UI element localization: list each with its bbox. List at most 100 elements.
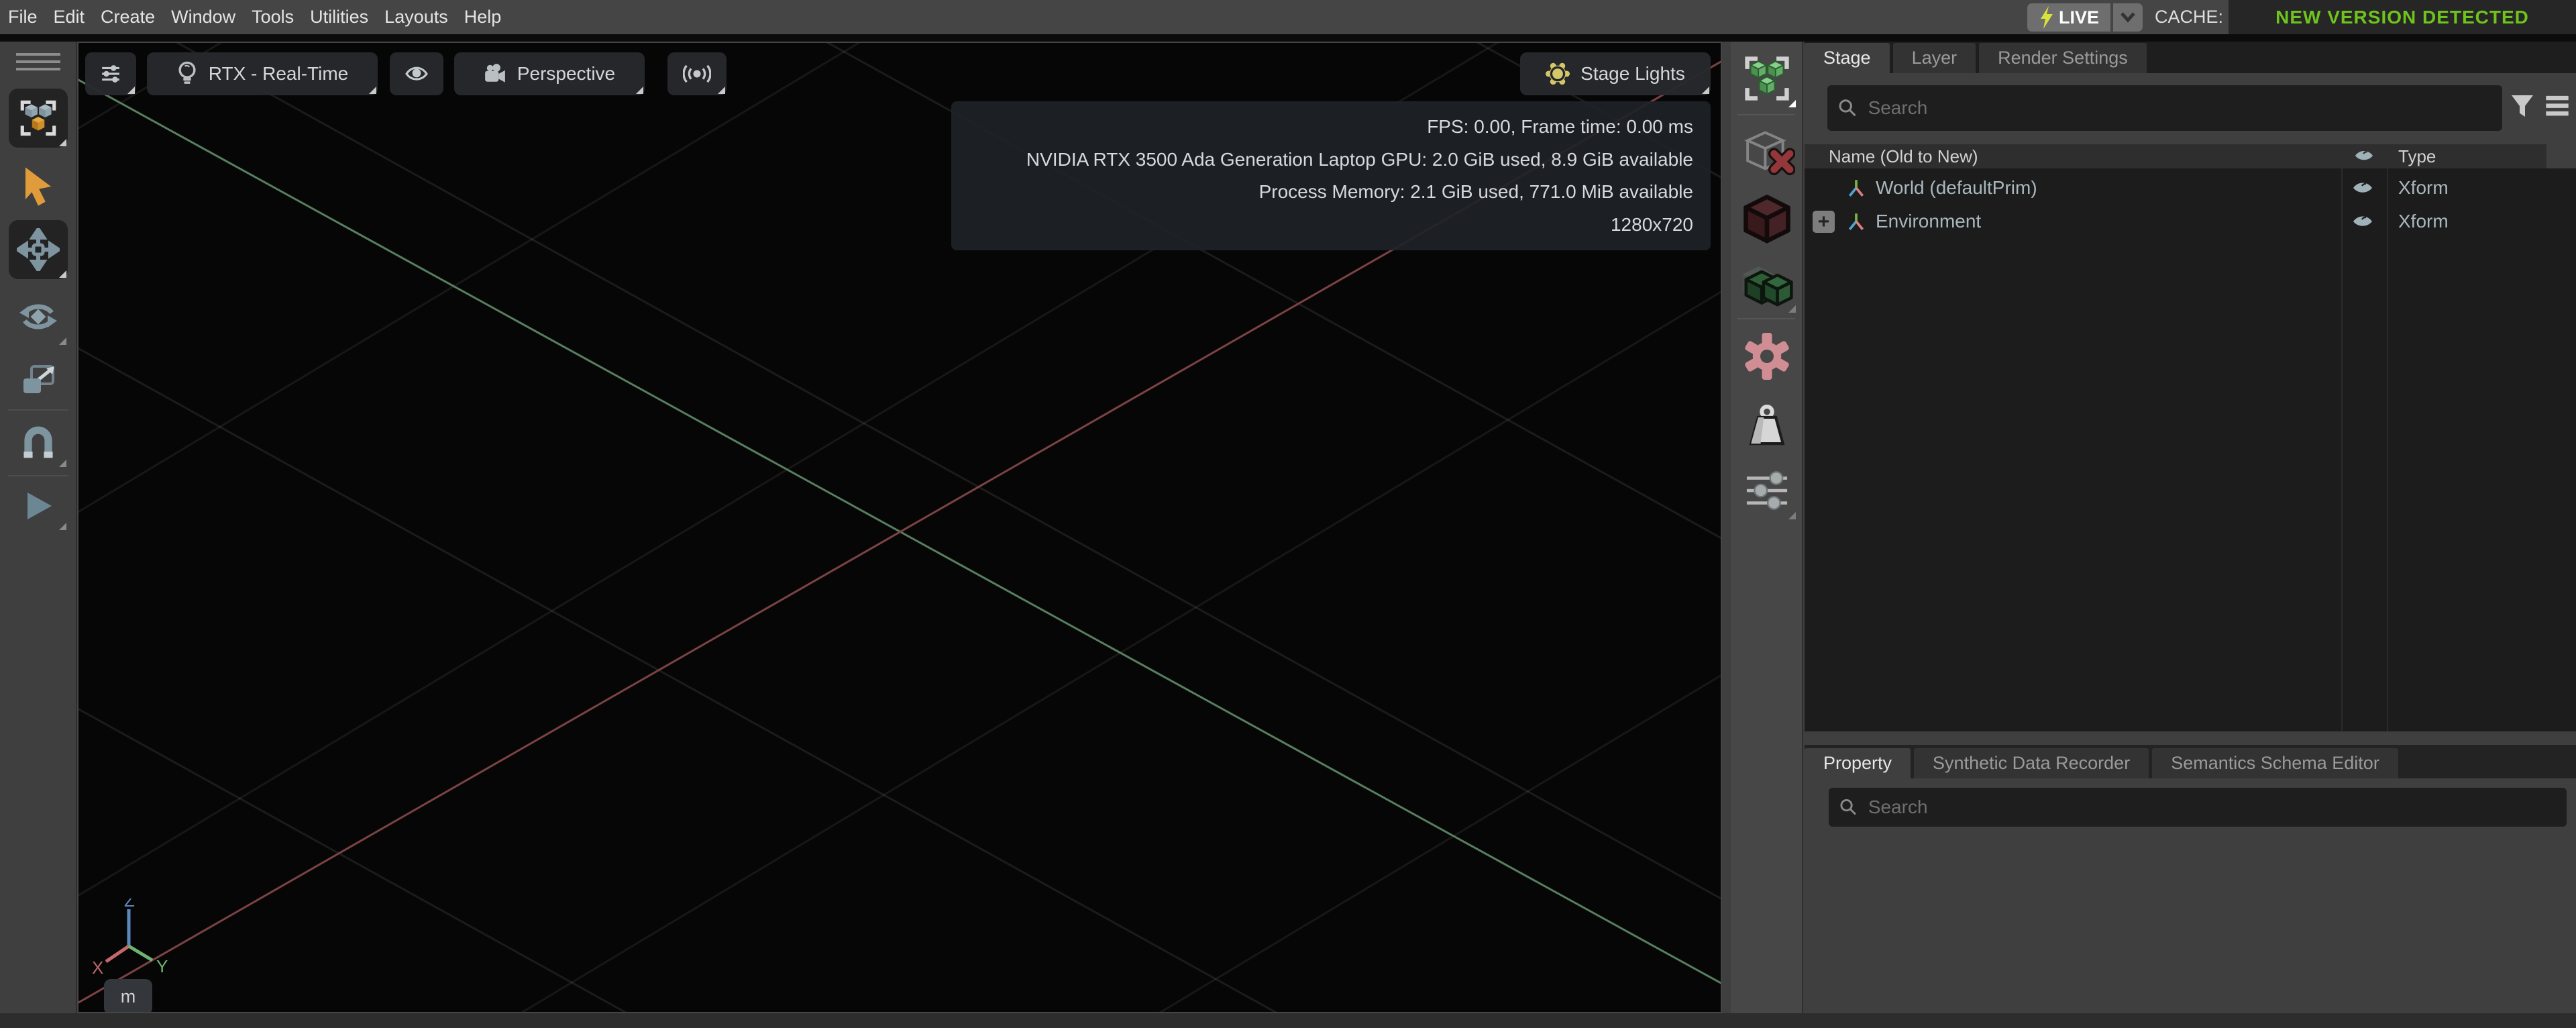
- cube-delete-icon: [1744, 131, 1795, 176]
- snap-tool-button[interactable]: [9, 415, 68, 468]
- property-empty-content: [1805, 832, 2576, 993]
- play-icon: [28, 493, 52, 519]
- renderer-label: RTX - Real-Time: [208, 63, 349, 84]
- prim-name[interactable]: World (defaultPrim): [1876, 177, 2576, 199]
- remove-collider-button[interactable]: [1737, 123, 1797, 184]
- stage-search-input[interactable]: [1866, 97, 2491, 119]
- column-visibility-icon[interactable]: [2353, 146, 2375, 165]
- units-button[interactable]: m: [104, 979, 152, 1012]
- visibility-toggle[interactable]: [2351, 178, 2374, 198]
- tree-row-environment[interactable]: + Environment Xform: [1805, 205, 2576, 238]
- eye-icon: [2355, 151, 2373, 160]
- resolution-stat: 1280x720: [1610, 213, 1693, 235]
- selection-mode-button[interactable]: [9, 89, 68, 148]
- new-version-label: NEW VERSION DETECTED: [2275, 6, 2529, 28]
- camera-icon: [484, 64, 505, 83]
- mesh-collider-button[interactable]: [1737, 254, 1797, 314]
- search-icon: [1839, 99, 1856, 117]
- tab-layer[interactable]: Layer: [1892, 43, 1976, 73]
- stage-tree: World (defaultPrim) Xform + Environment …: [1805, 168, 2576, 731]
- scale-icon: [23, 365, 54, 393]
- gpu-stat: NVIDIA RTX 3500 Ada Generation Laptop GP…: [1026, 148, 1693, 170]
- stage-light-icon: [1546, 62, 1570, 85]
- stage-lights-button[interactable]: Stage Lights: [1520, 52, 1711, 95]
- column-name-header[interactable]: Name (Old to New): [1829, 146, 2546, 167]
- move-tool-button[interactable]: [9, 220, 68, 279]
- scale-tool-button[interactable]: [9, 350, 68, 409]
- toolbar-separator: [1737, 114, 1795, 115]
- stage-search-field[interactable]: [1827, 85, 2502, 131]
- prim-type: Xform: [2398, 177, 2449, 198]
- prim-name[interactable]: Environment: [1876, 211, 2576, 232]
- solid-cube-icon: [1743, 195, 1790, 244]
- column-type-header[interactable]: Type: [2398, 146, 2436, 167]
- eye-icon: [405, 66, 428, 81]
- menu-file[interactable]: File: [0, 0, 46, 34]
- physics-sliders-button[interactable]: [1737, 460, 1797, 521]
- menu-edit[interactable]: Edit: [46, 0, 93, 34]
- eye-icon: [2353, 216, 2372, 226]
- tab-render-settings[interactable]: Render Settings: [1979, 43, 2147, 73]
- property-search-input[interactable]: [1866, 796, 2556, 819]
- stage-panel: Stage Layer Render Settings Search Name …: [1805, 42, 2576, 731]
- move-arrows-icon: [17, 228, 60, 271]
- viewport-left-toolbar: [0, 42, 77, 1013]
- camera-label: Perspective: [517, 63, 616, 84]
- options-menu-icon: [2546, 95, 2569, 116]
- stage-lights-label: Stage Lights: [1580, 63, 1685, 84]
- lightning-bolt-icon: [2040, 6, 2053, 29]
- viewport-toolbar: RTX - Real-Time Perspective Stage Lights: [85, 52, 1711, 95]
- stage-options-button[interactable]: [2544, 93, 2571, 117]
- column-divider: [2341, 168, 2343, 731]
- live-sync-button[interactable]: LIVE: [2027, 3, 2110, 32]
- renderer-button[interactable]: RTX - Real-Time: [147, 52, 378, 95]
- filter-button[interactable]: [2509, 92, 2536, 120]
- stage-search-row: [1805, 73, 2576, 144]
- cursor-arrow-icon: [25, 167, 52, 206]
- tree-row-world[interactable]: World (defaultPrim) Xform: [1805, 171, 2576, 205]
- window-bottom-strip: [0, 1013, 2576, 1028]
- viewport-3d[interactable]: RTX - Real-Time Perspective Stage Lights…: [77, 42, 1722, 1013]
- toolbar-drag-handle[interactable]: [16, 48, 60, 75]
- tab-semantics-schema-editor[interactable]: Semantics Schema Editor: [2152, 748, 2398, 778]
- xform-axis-icon: [1846, 211, 1866, 232]
- weight-icon: [1749, 404, 1785, 446]
- play-button[interactable]: [9, 480, 68, 531]
- live-dropdown-button[interactable]: [2113, 3, 2143, 32]
- physics-toolbar: [1731, 42, 1803, 1013]
- cache-label: CACHE:: [2155, 7, 2224, 27]
- property-search-field[interactable]: [1829, 788, 2567, 827]
- menu-tools[interactable]: Tools: [244, 0, 302, 34]
- stage-tree-header: Name (Old to New) Type: [1805, 144, 2546, 168]
- solid-collider-button[interactable]: [1737, 188, 1797, 248]
- visibility-button[interactable]: [390, 52, 443, 95]
- expand-toggle[interactable]: +: [1813, 211, 1835, 233]
- menu-window[interactable]: Window: [163, 0, 244, 34]
- viewport-stats-overlay: FPS: 0.00, Frame time: 0.00 ms NVIDIA RT…: [951, 101, 1711, 250]
- tab-synthetic-data-recorder[interactable]: Synthetic Data Recorder: [1914, 748, 2149, 778]
- mass-tool-button[interactable]: [1737, 396, 1797, 456]
- magnet-icon: [23, 426, 53, 458]
- menu-create[interactable]: Create: [93, 0, 163, 34]
- omniverse-window: File Edit Create Window Tools Utilities …: [0, 0, 2576, 1028]
- gear-icon: [1745, 333, 1789, 380]
- stage-tabbar: Stage Layer Render Settings: [1805, 42, 2576, 73]
- menu-utilities[interactable]: Utilities: [302, 0, 376, 34]
- green-cubes-icon: [1742, 266, 1793, 307]
- lightbulb-icon: [178, 61, 196, 84]
- physics-settings-button[interactable]: [1737, 326, 1797, 387]
- menu-layouts[interactable]: Layouts: [376, 0, 456, 34]
- viewport-settings-button[interactable]: [85, 52, 136, 95]
- xform-axis-icon: [1846, 178, 1866, 198]
- visibility-toggle[interactable]: [2351, 211, 2374, 232]
- tab-property[interactable]: Property: [1805, 748, 1911, 778]
- menu-help[interactable]: Help: [456, 0, 510, 34]
- green-cubes-selection-icon: [1745, 56, 1789, 101]
- select-tool-button[interactable]: [9, 157, 68, 216]
- adjust-sliders-icon: [1746, 471, 1788, 510]
- tab-stage[interactable]: Stage: [1805, 43, 1890, 73]
- multi-select-cubes-button[interactable]: [1737, 48, 1797, 109]
- broadcast-button[interactable]: [667, 52, 727, 95]
- rotate-tool-button[interactable]: [9, 287, 68, 346]
- camera-button[interactable]: Perspective: [454, 52, 645, 95]
